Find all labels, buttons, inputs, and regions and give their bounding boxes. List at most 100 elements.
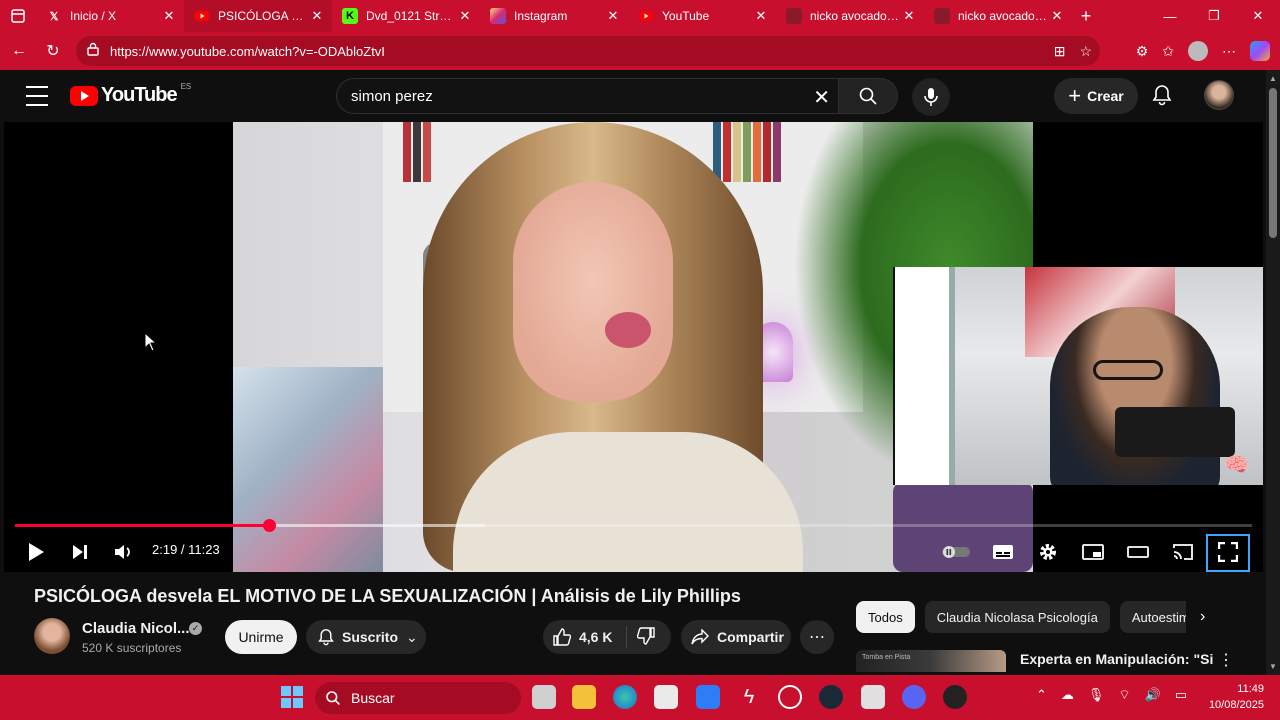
- subscribed-button[interactable]: Suscrito ⌄: [306, 620, 426, 654]
- video-player[interactable]: 🧠 2:19 / 11:23: [4, 122, 1263, 572]
- minimize-icon[interactable]: —: [1148, 0, 1192, 32]
- maximize-icon[interactable]: ❐: [1192, 0, 1236, 32]
- copilot-icon[interactable]: [1250, 41, 1270, 61]
- subtitles-button[interactable]: [989, 538, 1017, 566]
- browser-toolbar: ← ↻ https://www.youtube.com/watch?v=-ODA…: [0, 32, 1280, 70]
- play-button[interactable]: [22, 538, 50, 566]
- discord-icon[interactable]: [902, 685, 926, 709]
- cloud-icon[interactable]: ☁: [1061, 687, 1074, 703]
- dislike-button[interactable]: [627, 626, 655, 648]
- search-input[interactable]: simon perez ✕: [336, 78, 838, 114]
- cast-button[interactable]: [1169, 538, 1197, 566]
- progress-bar[interactable]: [15, 519, 1252, 532]
- miniplayer-icon: [1082, 544, 1104, 560]
- chip-autoestima[interactable]: Autoestim: [1119, 601, 1186, 633]
- close-tab-icon[interactable]: ✕: [160, 8, 178, 24]
- voice-search-button[interactable]: [912, 78, 950, 116]
- browser-tab-nicko-2[interactable]: nicko avocado - B ✕: [924, 0, 1072, 32]
- settings-button[interactable]: [1034, 538, 1062, 566]
- search-button[interactable]: [838, 78, 898, 114]
- battery-icon[interactable]: ▭: [1175, 687, 1187, 703]
- chip-todos[interactable]: Todos: [856, 601, 915, 633]
- close-tab-icon[interactable]: ✕: [900, 8, 918, 24]
- close-tab-icon[interactable]: ✕: [1048, 8, 1066, 24]
- page-scrollbar[interactable]: ▲ ▼: [1266, 70, 1280, 675]
- url-text: https://www.youtube.com/watch?v=-ODAbloZ…: [110, 43, 385, 59]
- clear-search-icon[interactable]: ✕: [813, 85, 830, 110]
- microsoft-store-icon[interactable]: [654, 685, 678, 709]
- more-actions-icon[interactable]: ⋯: [800, 620, 834, 654]
- chip-channel[interactable]: Claudia Nicolasa Psicología: [924, 601, 1110, 633]
- skip-next-icon: [73, 545, 87, 559]
- fullscreen-button[interactable]: [1214, 538, 1242, 566]
- taskbar-clock[interactable]: 11:49 10/08/2025: [1209, 681, 1264, 713]
- more-options-icon[interactable]: ⋯: [1222, 43, 1236, 60]
- notifications-bell-icon[interactable]: [1152, 84, 1172, 111]
- scroll-down-icon[interactable]: ▼: [1269, 662, 1277, 671]
- browser-tab-instagram[interactable]: Instagram ✕: [480, 0, 628, 32]
- share-button[interactable]: Compartir: [681, 620, 791, 654]
- close-tab-icon[interactable]: ✕: [752, 8, 770, 24]
- chatgpt-icon[interactable]: [778, 685, 802, 709]
- close-tab-icon[interactable]: ✕: [604, 8, 622, 24]
- edge-browser-icon[interactable]: [613, 685, 637, 709]
- chevron-right-icon[interactable]: ›: [1200, 608, 1205, 626]
- youtube-logo[interactable]: YouTube ES: [70, 82, 191, 107]
- tab-actions-menu-icon[interactable]: [0, 0, 36, 32]
- miniplayer-button[interactable]: [1079, 538, 1107, 566]
- recommendation-thumbnail[interactable]: Tomba en Pista: [856, 650, 1006, 672]
- favorites-icon[interactable]: ✩: [1162, 43, 1174, 60]
- chevron-up-icon[interactable]: ⌃: [1036, 687, 1047, 703]
- like-button[interactable]: 4,6 K: [543, 626, 627, 648]
- calculator-icon[interactable]: [861, 685, 885, 709]
- recommendation-more-icon[interactable]: ⋮: [1218, 650, 1234, 670]
- theater-mode-button[interactable]: [1124, 538, 1152, 566]
- profile-avatar-icon[interactable]: [1188, 41, 1208, 61]
- windows-start-icon[interactable]: [281, 686, 303, 708]
- refresh-icon[interactable]: ↻: [36, 34, 70, 68]
- lightning-app-icon[interactable]: ϟ: [737, 685, 761, 709]
- browser-tab-youtube[interactable]: YouTube ✕: [628, 0, 776, 32]
- tab-title: PSICÓLOGA desvela: [218, 9, 308, 23]
- channel-avatar[interactable]: [34, 618, 70, 654]
- browser-tab-nicko-1[interactable]: nicko avocado - B ✕: [776, 0, 924, 32]
- favorite-star-icon[interactable]: ☆: [1079, 43, 1092, 60]
- hamburger-menu-icon[interactable]: [26, 86, 48, 106]
- file-explorer-icon[interactable]: [572, 685, 596, 709]
- tab-title: nicko avocado - B: [958, 9, 1048, 23]
- obs-icon[interactable]: [943, 685, 967, 709]
- microphone-icon[interactable]: 🎙: [1088, 687, 1105, 703]
- app-available-icon[interactable]: ⊞: [1054, 43, 1066, 60]
- search-icon: [326, 691, 340, 705]
- verified-check-icon: ✓: [189, 622, 202, 635]
- close-window-icon[interactable]: ✕: [1236, 0, 1280, 32]
- new-tab-icon[interactable]: +: [1072, 6, 1100, 27]
- create-button[interactable]: + Crear: [1054, 78, 1138, 114]
- browser-tab-kick[interactable]: K Dvd_0121 Stream ✕: [332, 0, 480, 32]
- extensions-icon[interactable]: ⚙: [1136, 43, 1149, 60]
- steam-icon[interactable]: [819, 685, 843, 709]
- close-tab-icon[interactable]: ✕: [308, 8, 326, 24]
- site-info-icon[interactable]: [86, 42, 100, 61]
- scroll-up-icon[interactable]: ▲: [1269, 74, 1277, 83]
- volume-button[interactable]: [110, 538, 138, 566]
- autoplay-toggle[interactable]: [940, 538, 972, 566]
- scrollbar-thumb[interactable]: [1269, 88, 1277, 238]
- user-avatar[interactable]: [1204, 80, 1234, 110]
- browser-tab-youtube-video[interactable]: PSICÓLOGA desvela ✕: [184, 0, 332, 32]
- task-view-icon[interactable]: [532, 685, 556, 709]
- channel-name[interactable]: Claudia Nicol...: [82, 620, 190, 637]
- next-button[interactable]: [66, 538, 94, 566]
- recommendation-title[interactable]: Experta en Manipulación: "Si: [1020, 651, 1213, 667]
- close-tab-icon[interactable]: ✕: [456, 8, 474, 24]
- join-button[interactable]: Unirme: [225, 620, 297, 654]
- time-display: 2:19 / 11:23: [152, 542, 220, 557]
- like-count: 4,6 K: [579, 629, 613, 645]
- browser-tab-x[interactable]: 𝕏 Inicio / X ✕: [36, 0, 184, 32]
- wifi-icon[interactable]: ⌔: [1118, 687, 1130, 703]
- address-bar[interactable]: https://www.youtube.com/watch?v=-ODAbloZ…: [76, 36, 1100, 66]
- speaker-icon[interactable]: 🔊: [1145, 687, 1161, 703]
- back-icon[interactable]: ←: [2, 34, 36, 68]
- taskbar-search[interactable]: Buscar: [315, 682, 521, 714]
- dropbox-icon[interactable]: [696, 685, 720, 709]
